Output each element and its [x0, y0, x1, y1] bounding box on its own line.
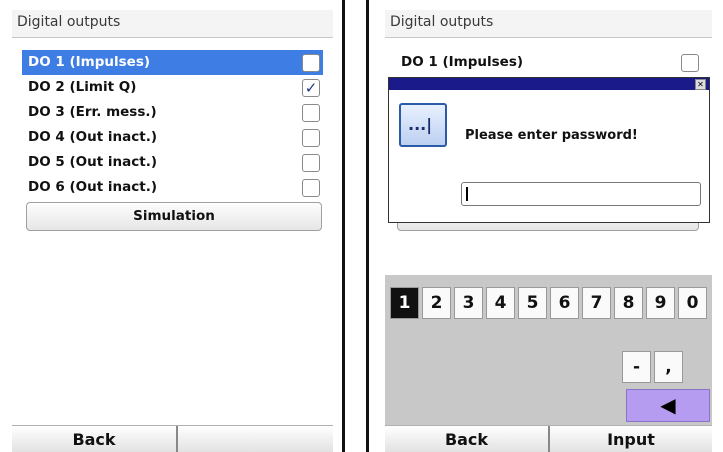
key-3[interactable]: 3 [454, 287, 483, 319]
dialog-title-bar: ✕ [389, 78, 709, 90]
back-button[interactable]: Back [385, 426, 548, 452]
checkbox[interactable] [302, 179, 320, 197]
list-item-label: DO 6 (Out inact.) [28, 179, 157, 195]
right-screen: Digital outputs DO 1 (Impulses) Simulati… [385, 10, 712, 452]
input-button[interactable]: Input [550, 426, 712, 452]
list-item-label: DO 1 (Impulses) [401, 54, 524, 70]
text-caret [466, 187, 468, 201]
checkbox[interactable]: ✓ [302, 79, 320, 97]
key-4[interactable]: 4 [486, 287, 515, 319]
key-5[interactable]: 5 [518, 287, 547, 319]
divider-right [366, 0, 369, 452]
list-item-label: DO 1 (Impulses) [28, 54, 151, 70]
key-minus[interactable]: - [622, 351, 651, 383]
screen-title: Digital outputs [385, 10, 712, 38]
key-7[interactable]: 7 [582, 287, 611, 319]
left-screen: Digital outputs DO 1 (Impulses) DO 2 (Li… [12, 10, 333, 452]
softkey-bar: Back [12, 425, 333, 452]
list-item-do1[interactable]: DO 1 (Impulses) [395, 50, 702, 75]
key-comma[interactable]: , [654, 351, 683, 383]
key-8[interactable]: 8 [614, 287, 643, 319]
dialog-message: Please enter password! [465, 128, 638, 143]
checkbox[interactable] [681, 54, 699, 72]
screen-title: Digital outputs [12, 10, 333, 38]
list-item-do1[interactable]: DO 1 (Impulses) [22, 50, 323, 75]
key-9[interactable]: 9 [646, 287, 675, 319]
checkbox[interactable] [302, 54, 320, 72]
checkbox[interactable] [302, 104, 320, 122]
password-input[interactable] [461, 182, 701, 206]
list-item-label: DO 4 (Out inact.) [28, 129, 157, 145]
password-icon-glyph: ...| [408, 115, 433, 134]
close-icon[interactable]: ✕ [695, 79, 706, 90]
simulation-button[interactable]: Simulation [26, 202, 322, 231]
list-item-do6[interactable]: DO 6 (Out inact.) [22, 175, 323, 200]
key-1[interactable]: 1 [390, 287, 419, 319]
list-item-label: DO 3 (Err. mess.) [28, 104, 157, 120]
list-item-label: DO 2 (Limit Q) [28, 79, 137, 95]
key-2[interactable]: 2 [422, 287, 451, 319]
check-icon: ✓ [304, 79, 318, 97]
softkey-right-button[interactable] [178, 426, 333, 452]
list-item-do4[interactable]: DO 4 (Out inact.) [22, 125, 323, 150]
key-6[interactable]: 6 [550, 287, 579, 319]
list-item-do5[interactable]: DO 5 (Out inact.) [22, 150, 323, 175]
checkbox[interactable] [302, 154, 320, 172]
password-icon: ...| [399, 103, 447, 147]
password-dialog: ✕ ...| Please enter password! [388, 77, 710, 223]
arrow-left-icon: ◀ [660, 393, 676, 417]
list-item-do3[interactable]: DO 3 (Err. mess.) [22, 100, 323, 125]
softkey-bar: Back Input [385, 425, 712, 452]
checkbox[interactable] [302, 129, 320, 147]
key-0[interactable]: 0 [678, 287, 707, 319]
output-list: DO 1 (Impulses) DO 2 (Limit Q) ✓ DO 3 (E… [12, 50, 333, 200]
list-item-do2[interactable]: DO 2 (Limit Q) ✓ [22, 75, 323, 100]
list-item-label: DO 5 (Out inact.) [28, 154, 157, 170]
enter-button[interactable]: ◀ [626, 389, 710, 422]
back-button[interactable]: Back [12, 426, 176, 452]
numeric-keypad: 1 2 3 4 5 6 7 8 9 0 - , ◀ [385, 275, 712, 425]
divider-left [342, 0, 345, 452]
